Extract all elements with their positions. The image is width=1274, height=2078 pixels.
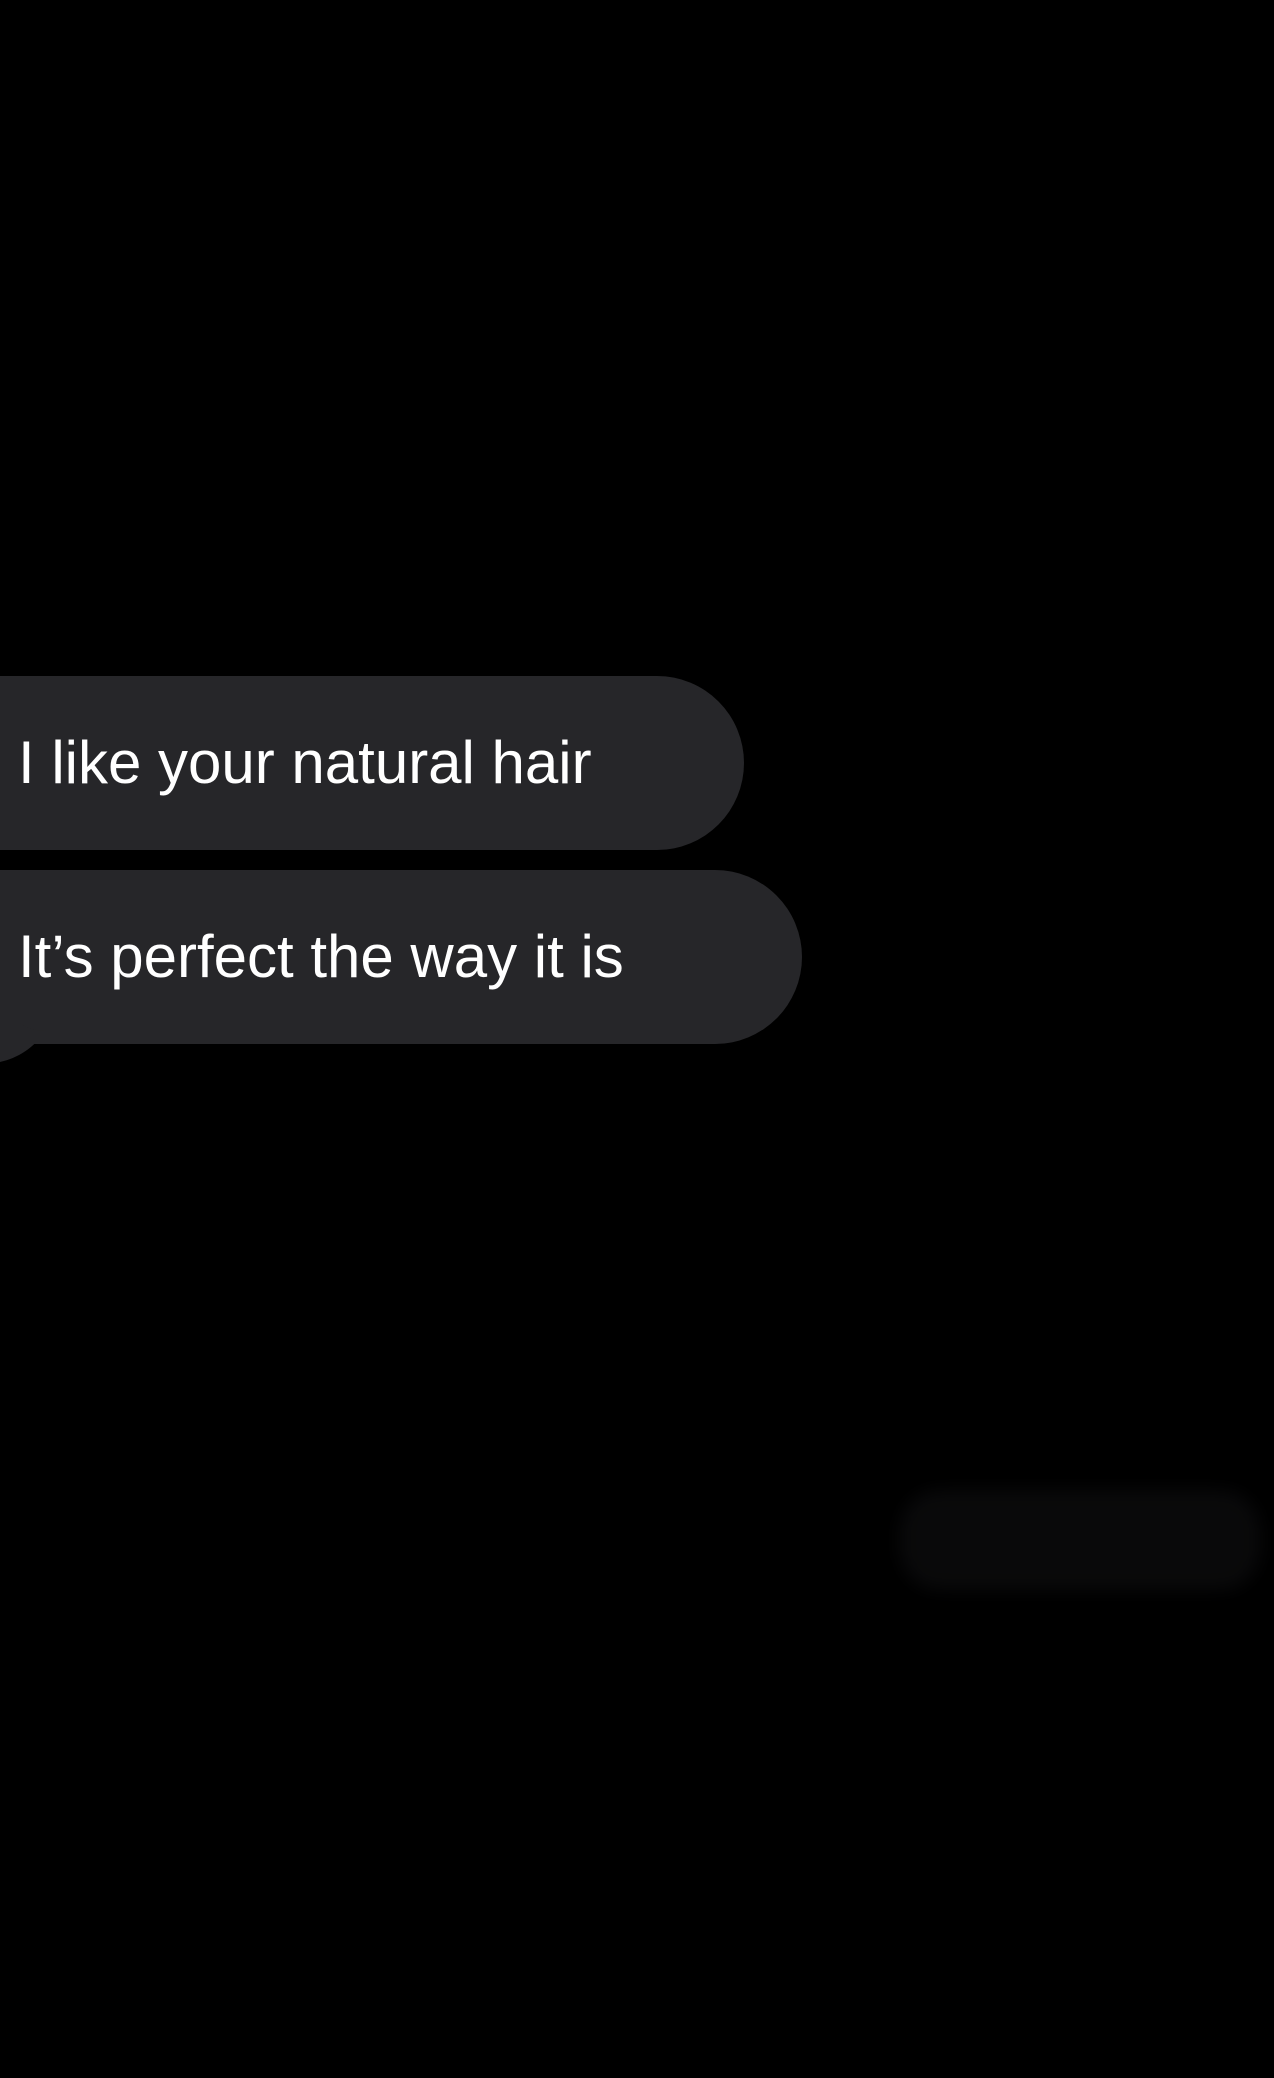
message-text: I like your natural hair [18, 729, 592, 796]
blurred-area [900, 1490, 1260, 1590]
incoming-message-bubble[interactable]: It’s perfect the way it is [0, 870, 802, 1044]
incoming-message-bubble[interactable]: I like your natural hair [0, 676, 744, 850]
message-thread: I like your natural hair It’s perfect th… [0, 0, 1274, 2078]
message-text: It’s perfect the way it is [18, 923, 624, 990]
bubble-tail-icon [0, 1000, 46, 1062]
